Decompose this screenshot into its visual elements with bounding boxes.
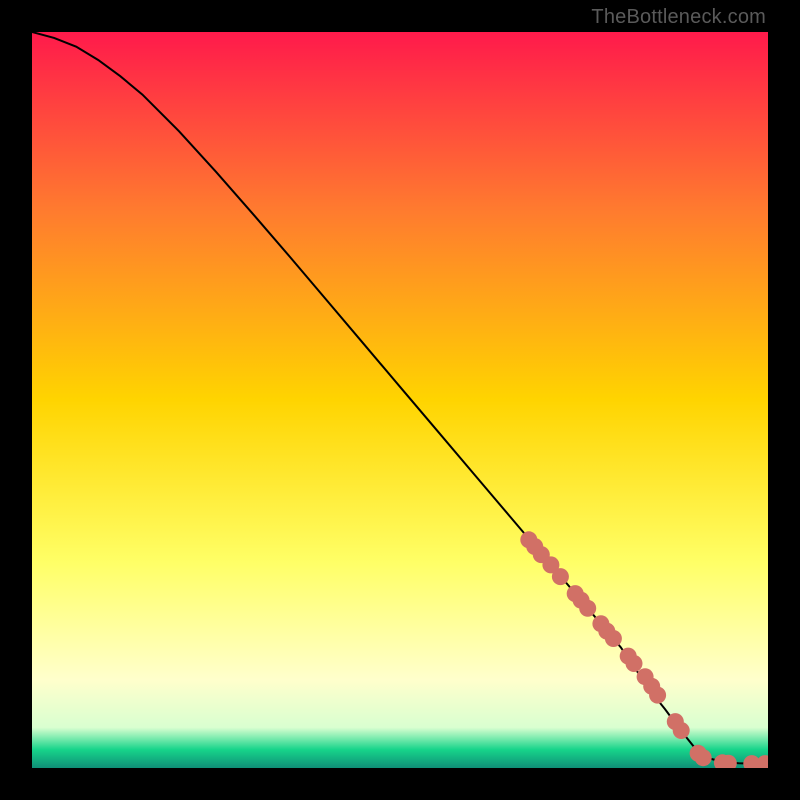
- data-marker: [626, 655, 643, 672]
- watermark-text: TheBottleneck.com: [591, 6, 766, 29]
- data-marker: [673, 722, 690, 739]
- data-marker: [552, 568, 569, 585]
- data-marker: [649, 687, 666, 704]
- data-marker: [605, 630, 622, 647]
- chart-frame: [32, 32, 768, 768]
- chart-plot: [32, 32, 768, 768]
- gradient-background: [32, 32, 768, 768]
- data-marker: [579, 600, 596, 617]
- data-marker: [695, 749, 712, 766]
